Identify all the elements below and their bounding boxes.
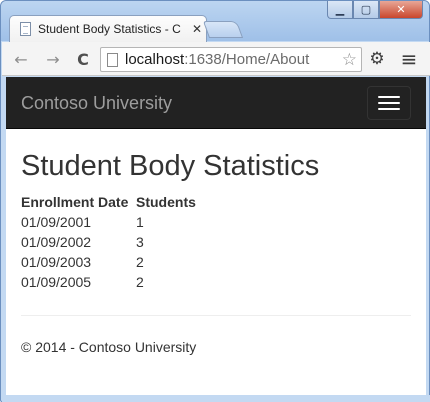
minimize-button[interactable]: ▁ (327, 1, 353, 19)
url-text: localhost:1638/Home/About (125, 51, 309, 68)
enrollment-date-cell: 01/09/2001 (21, 214, 92, 230)
title-bar: Student Body Statistics - C ✕ ▁ ▢ ✕ (1, 1, 429, 42)
table-row: 01/09/2002 3 (21, 232, 196, 252)
table-row: 01/09/2003 2 (21, 252, 196, 272)
table-row: 01/09/2005 2 (21, 272, 196, 292)
browser-tab[interactable]: Student Body Statistics - C ✕ (9, 15, 207, 42)
window-bottom-border (2, 395, 430, 402)
page-icon (20, 22, 31, 36)
reload-icon[interactable]: C (72, 48, 94, 70)
main-content: Student Body Statistics Enrollment Date … (21, 129, 411, 355)
column-header-enrollment-date: Enrollment Date (21, 194, 129, 210)
menu-icon[interactable]: ≡ (398, 47, 420, 71)
students-cell: 3 (136, 234, 144, 250)
back-icon[interactable]: ← (10, 48, 32, 70)
browser-toolbar: ← → C localhost:1638/Home/About ☆ ⚙ ≡ (2, 42, 430, 76)
navbar-toggle-button[interactable] (367, 86, 411, 120)
site-navbar: Contoso University (6, 77, 426, 129)
page-title: Student Body Statistics (21, 150, 320, 182)
new-tab-button[interactable] (202, 21, 244, 38)
students-cell: 2 (136, 274, 144, 290)
enrollment-date-cell: 01/09/2005 (21, 274, 92, 290)
url-host: localhost (125, 51, 185, 68)
footer-text: © 2014 - Contoso University (21, 339, 197, 355)
statistics-table: Enrollment Date Students 01/09/2001 1 01… (21, 192, 196, 292)
settings-icon[interactable]: ⚙ (366, 48, 388, 70)
url-path: :1638/Home/About (184, 51, 310, 68)
bookmark-star-icon[interactable]: ☆ (342, 50, 357, 70)
forward-icon[interactable]: → (42, 48, 64, 70)
window-controls: ▁ ▢ ✕ (327, 1, 423, 19)
students-cell: 2 (136, 254, 144, 270)
table-row: 01/09/2001 1 (21, 212, 196, 232)
brand-link[interactable]: Contoso University (21, 93, 172, 114)
tab-title: Student Body Statistics - C (38, 22, 181, 36)
hamburger-bar (378, 96, 400, 98)
hamburger-bar (378, 108, 400, 110)
address-bar[interactable]: localhost:1638/Home/About ☆ (100, 47, 362, 72)
column-header-students: Students (136, 194, 196, 210)
maximize-button[interactable]: ▢ (353, 1, 379, 19)
browser-window: Student Body Statistics - C ✕ ▁ ▢ ✕ ← → … (0, 0, 430, 402)
enrollment-date-cell: 01/09/2003 (21, 254, 92, 270)
table-header-row: Enrollment Date Students (21, 192, 196, 212)
tab-close-icon[interactable]: ✕ (192, 22, 202, 36)
students-cell: 1 (136, 214, 144, 230)
page-icon (107, 52, 118, 67)
footer-divider (21, 315, 411, 316)
hamburger-bar (378, 102, 400, 104)
page-viewport: Contoso University Student Body Statisti… (6, 77, 426, 395)
enrollment-date-cell: 01/09/2002 (21, 234, 92, 250)
close-window-button[interactable]: ✕ (379, 1, 423, 19)
